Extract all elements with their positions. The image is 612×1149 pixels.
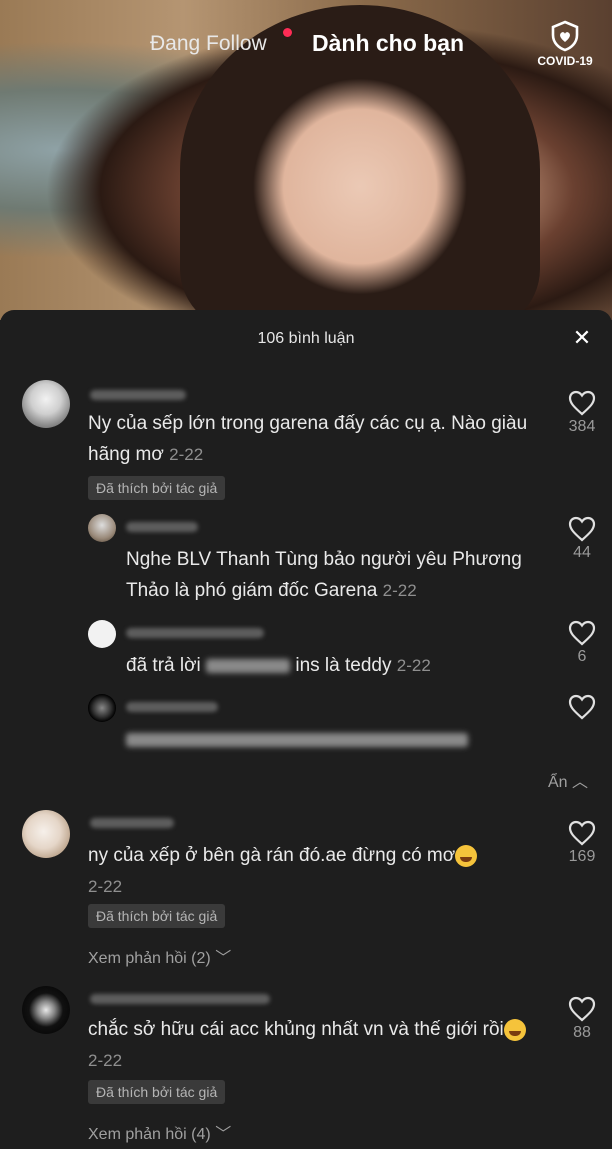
like-button[interactable]: 169 xyxy=(562,820,602,866)
heart-icon xyxy=(568,996,596,1022)
username-blurred[interactable] xyxy=(90,390,186,400)
chevron-down-icon: ﹀ xyxy=(215,950,232,967)
comment-text: Ny của sếp lớn trong garena đấy các cụ ạ… xyxy=(88,413,528,465)
like-count: 384 xyxy=(568,418,596,435)
username-blurred[interactable] xyxy=(90,994,270,1004)
reply-text: Nghe BLV Thanh Tùng bảo người yêu Phương… xyxy=(126,549,522,601)
like-count: 6 xyxy=(577,648,587,665)
avatar[interactable] xyxy=(22,380,70,428)
like-button[interactable]: 384 xyxy=(562,390,602,436)
reply-text: đã trả lời ins là teddy 2-22 xyxy=(126,655,431,676)
avatar[interactable] xyxy=(88,620,116,648)
heart-icon xyxy=(568,516,596,542)
covid-label: COVID-19 xyxy=(537,54,593,68)
grinning-emoji-icon xyxy=(503,1018,526,1041)
like-count: 44 xyxy=(573,544,591,561)
username-blurred[interactable] xyxy=(126,522,198,532)
heart-icon xyxy=(568,620,596,646)
view-replies-button[interactable]: Xem phản hồi (4) ﹀ xyxy=(88,1120,231,1144)
comment-date: 2-22 xyxy=(396,656,431,675)
comment-date: 2-22 xyxy=(88,877,123,896)
avatar[interactable] xyxy=(22,986,70,1034)
hide-replies-button[interactable]: Ẩn ︿ xyxy=(548,768,588,792)
heart-icon xyxy=(568,694,596,720)
comment-text: ny của xếp ở bên gà rán đó.ae đừng có mơ… xyxy=(88,840,538,902)
close-icon[interactable]: ✕ xyxy=(572,327,592,349)
top-navigation: Đang Follow Dành cho bạn COVID-19 xyxy=(0,20,612,68)
comment-text: chắc sở hữu cái acc khủng nhất vn và thế… xyxy=(88,1014,538,1076)
comments-sheet: 106 bình luận ✕ Ny của sếp lớn trong gar… xyxy=(0,310,612,1149)
avatar[interactable] xyxy=(22,810,70,858)
heart-icon xyxy=(568,390,596,416)
username-blurred[interactable] xyxy=(90,818,174,828)
like-button[interactable]: 88 xyxy=(562,996,602,1042)
chevron-down-icon: ﹀ xyxy=(215,1126,232,1143)
avatar[interactable] xyxy=(88,514,116,542)
tab-for-you[interactable]: Dành cho bạn xyxy=(312,30,464,57)
reply-text-blurred xyxy=(126,733,468,747)
like-count: 169 xyxy=(568,848,596,865)
tab-following[interactable]: Đang Follow xyxy=(150,32,267,56)
covid-button[interactable]: COVID-19 xyxy=(530,20,600,68)
liked-by-author-badge: Đã thích bởi tác giả xyxy=(88,1080,226,1104)
notification-dot xyxy=(283,28,292,37)
liked-by-author-badge: Đã thích bởi tác giả xyxy=(88,476,226,500)
mentioned-user-blurred xyxy=(206,658,291,673)
comment-date: 2-22 xyxy=(88,1051,123,1070)
comment-date: 2-22 xyxy=(382,581,417,600)
view-replies-button[interactable]: Xem phản hồi (2) ﹀ xyxy=(88,944,231,968)
like-button[interactable]: 6 xyxy=(562,620,602,666)
like-button[interactable]: 44 xyxy=(562,516,602,562)
shield-icon xyxy=(551,20,579,52)
avatar[interactable] xyxy=(88,694,116,722)
like-button[interactable] xyxy=(562,694,602,720)
laughing-emoji-icon xyxy=(455,844,478,867)
comments-count-title: 106 bình luận xyxy=(257,330,355,347)
chevron-up-icon: ︿ xyxy=(571,774,588,791)
liked-by-author-badge: Đã thích bởi tác giả xyxy=(88,904,226,928)
comment-date: 2-22 xyxy=(169,445,204,464)
like-count: 88 xyxy=(573,1024,591,1041)
username-blurred[interactable] xyxy=(126,702,218,712)
heart-icon xyxy=(568,820,596,846)
username-blurred[interactable] xyxy=(126,628,264,638)
